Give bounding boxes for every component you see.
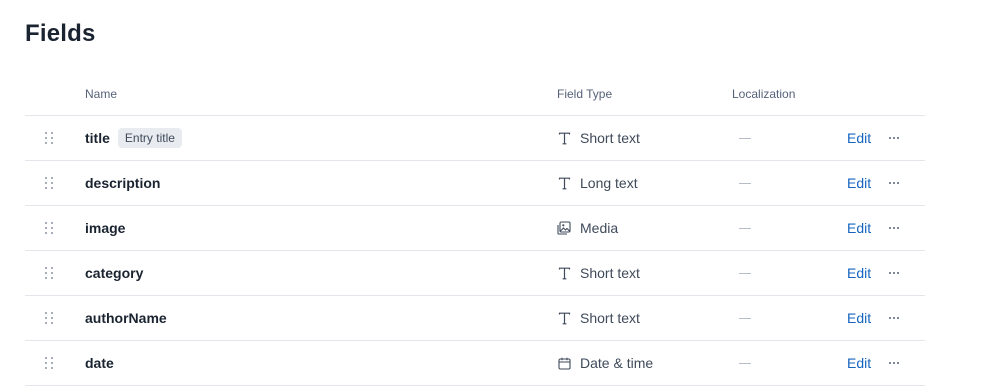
localization-cell — [739, 116, 751, 160]
table-row: image Media Edit — [25, 206, 925, 251]
column-header-name: Name — [85, 87, 118, 101]
media-icon — [557, 221, 571, 235]
field-name-cell: title Entry title — [85, 116, 182, 160]
field-type-label: Long text — [580, 175, 638, 191]
localization-cell — [739, 161, 751, 205]
edit-cell: Edit — [847, 116, 871, 160]
localization-cell — [739, 296, 751, 340]
drag-handle-icon[interactable] — [43, 296, 55, 340]
field-name-cell: date — [85, 341, 114, 385]
more-cell — [889, 296, 899, 340]
drag-handle-icon[interactable] — [43, 206, 55, 250]
field-name: title — [85, 130, 110, 146]
localization-cell — [739, 341, 751, 385]
field-name: category — [85, 265, 144, 281]
edit-link[interactable]: Edit — [847, 310, 871, 326]
more-options-icon[interactable] — [889, 317, 899, 319]
more-cell — [889, 206, 899, 250]
localization-value — [739, 317, 751, 319]
more-options-icon[interactable] — [889, 182, 899, 184]
text-icon — [557, 311, 571, 325]
field-type-label: Date & time — [580, 355, 654, 371]
text-icon — [557, 176, 571, 190]
edit-cell: Edit — [847, 251, 871, 295]
more-options-icon[interactable] — [889, 272, 899, 274]
page-title: Fields — [25, 20, 96, 47]
field-type-cell: Media — [557, 206, 618, 250]
drag-handle-icon[interactable] — [43, 341, 55, 385]
field-name-cell: category — [85, 251, 143, 295]
fields-page: Fields Name Field Type Localization titl… — [0, 0, 985, 392]
more-options-icon[interactable] — [889, 362, 899, 364]
field-type-cell: Long text — [557, 161, 638, 205]
calendar-icon — [557, 356, 571, 370]
edit-link[interactable]: Edit — [847, 175, 871, 191]
more-cell — [889, 251, 899, 295]
edit-cell: Edit — [847, 161, 871, 205]
table-row: title Entry title Short text Edit — [25, 116, 925, 161]
edit-link[interactable]: Edit — [847, 130, 871, 146]
more-cell — [889, 116, 899, 160]
field-type-cell: Date & time — [557, 341, 653, 385]
field-type-label: Short text — [580, 265, 640, 281]
fields-table: Name Field Type Localization title Entry… — [25, 78, 925, 386]
edit-link[interactable]: Edit — [847, 355, 871, 371]
field-type-label: Short text — [580, 130, 640, 146]
field-type-cell: Short text — [557, 116, 640, 160]
localization-value — [739, 137, 751, 139]
more-options-icon[interactable] — [889, 137, 899, 139]
table-body: title Entry title Short text Edit descri… — [25, 116, 925, 386]
text-icon — [557, 131, 571, 145]
field-name: authorName — [85, 310, 167, 326]
localization-value — [739, 272, 751, 274]
table-header: Name Field Type Localization — [25, 78, 925, 116]
more-cell — [889, 341, 899, 385]
field-name-cell: authorName — [85, 296, 167, 340]
drag-handle-icon[interactable] — [43, 116, 55, 160]
more-cell — [889, 161, 899, 205]
localization-cell — [739, 206, 751, 250]
table-row: date Date & time Edit — [25, 341, 925, 386]
column-header-field-type: Field Type — [557, 87, 613, 101]
table-row: category Short text Edit — [25, 251, 925, 296]
edit-cell: Edit — [847, 341, 871, 385]
field-name: date — [85, 355, 114, 371]
edit-link[interactable]: Edit — [847, 265, 871, 281]
field-type-cell: Short text — [557, 251, 640, 295]
field-name: image — [85, 220, 126, 236]
column-header-localization: Localization — [732, 87, 796, 101]
field-name: description — [85, 175, 161, 191]
localization-value — [739, 182, 751, 184]
more-options-icon[interactable] — [889, 227, 899, 229]
localization-value — [739, 227, 751, 229]
text-icon — [557, 266, 571, 280]
drag-handle-icon[interactable] — [43, 251, 55, 295]
edit-cell: Edit — [847, 296, 871, 340]
field-name-cell: image — [85, 206, 125, 250]
edit-link[interactable]: Edit — [847, 220, 871, 236]
drag-handle-icon[interactable] — [43, 161, 55, 205]
field-type-cell: Short text — [557, 296, 640, 340]
localization-cell — [739, 251, 751, 295]
localization-value — [739, 362, 751, 364]
table-row: authorName Short text Edit — [25, 296, 925, 341]
edit-cell: Edit — [847, 206, 871, 250]
table-row: description Long text Edit — [25, 161, 925, 206]
field-type-label: Media — [580, 220, 619, 236]
entry-title-badge: Entry title — [117, 128, 182, 148]
field-type-label: Short text — [580, 310, 640, 326]
field-name-cell: description — [85, 161, 160, 205]
